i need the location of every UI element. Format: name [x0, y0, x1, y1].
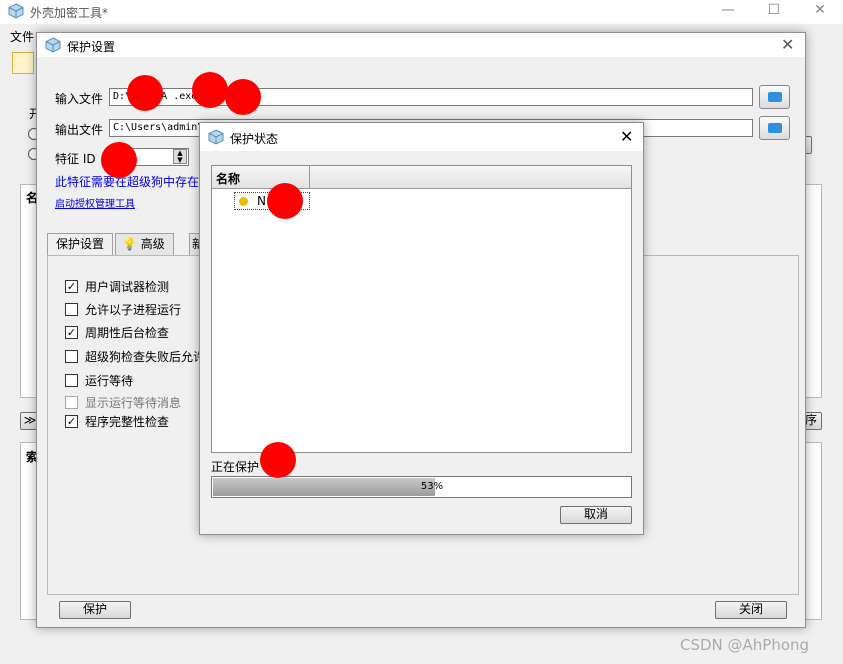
- input-browse-folder-icon[interactable]: [759, 85, 790, 109]
- tab-advanced-label: 高级: [140, 237, 165, 251]
- lightbulb-icon: 💡: [122, 237, 137, 251]
- option-label-1: 允许以子进程运行: [85, 303, 182, 317]
- new-file-icon[interactable]: [12, 52, 34, 74]
- redaction-mark: [192, 72, 228, 108]
- app-title: 外壳加密工具*: [30, 6, 109, 20]
- redaction-mark: [101, 142, 137, 178]
- maximize-button[interactable]: ☐: [751, 0, 797, 22]
- output-file-label: 输出文件: [55, 123, 104, 137]
- cancel-button[interactable]: 取消: [560, 506, 632, 524]
- spinner-arrows-icon[interactable]: ▲ ▼: [173, 149, 187, 164]
- progress-bar: 53%: [211, 476, 632, 498]
- option-label-6: 程序完整性检查: [85, 415, 170, 429]
- close-window-button[interactable]: ✕: [797, 0, 843, 22]
- status-dialog-close-icon[interactable]: ✕: [620, 127, 633, 146]
- output-browse-folder-icon[interactable]: [759, 116, 790, 140]
- tab-advanced[interactable]: 💡 高级: [115, 233, 174, 255]
- progress-text: 53%: [420, 481, 444, 492]
- close-button[interactable]: 关闭: [715, 601, 787, 619]
- status-dot-icon: [239, 197, 248, 206]
- status-cube-icon: [208, 129, 224, 145]
- status-dialog-title: 保护状态: [230, 132, 279, 146]
- option-label-0: 用户调试器检测: [85, 280, 170, 294]
- option-label-2: 周期性后台检查: [85, 326, 170, 340]
- redaction-mark: [127, 75, 163, 111]
- column-header-empty: [310, 166, 631, 189]
- dialog-cube-icon: [45, 37, 61, 53]
- main-titlebar: 外壳加密工具* — ☐ ✕: [0, 0, 843, 24]
- option-label-4: 运行等待: [85, 374, 134, 388]
- protect-dialog-close-icon[interactable]: ✕: [781, 35, 794, 54]
- app-cube-icon: [8, 3, 24, 19]
- option-checkbox-6[interactable]: ✓: [65, 415, 78, 428]
- option-checkbox-3[interactable]: [65, 350, 78, 363]
- status-dialog-titlebar: 保护状态 ✕: [200, 123, 643, 151]
- redaction-mark: [260, 442, 296, 478]
- input-file-label: 输入文件: [55, 92, 104, 106]
- option-checkbox-5: [65, 396, 78, 409]
- tab-protect-settings[interactable]: 保护设置: [47, 233, 114, 256]
- redaction-mark: [267, 183, 303, 219]
- option-checkbox-0[interactable]: ✓: [65, 280, 78, 293]
- minimize-button[interactable]: —: [705, 0, 751, 22]
- option-checkbox-1[interactable]: [65, 303, 78, 316]
- protect-dialog-titlebar: 保护设置 ✕: [37, 33, 805, 57]
- option-label-3: 超级狗检查失败后允许: [85, 350, 206, 364]
- watermark: CSDN @AhPhong: [680, 636, 810, 654]
- redaction-mark: [225, 79, 261, 115]
- auth-tool-link[interactable]: 启动授权管理工具: [55, 195, 135, 210]
- option-checkbox-4[interactable]: [65, 374, 78, 387]
- protect-button[interactable]: 保护: [59, 601, 131, 619]
- tab-protect-settings-label: 保护设置: [56, 237, 105, 251]
- feature-id-label: 特征 ID: [55, 152, 96, 166]
- option-checkbox-2[interactable]: ✓: [65, 326, 78, 339]
- menu-file[interactable]: 文件: [10, 28, 34, 45]
- status-text: 正在保护: [211, 460, 260, 474]
- option-label-5: 显示运行等待消息: [85, 396, 182, 410]
- protect-dialog-title: 保护设置: [67, 40, 116, 54]
